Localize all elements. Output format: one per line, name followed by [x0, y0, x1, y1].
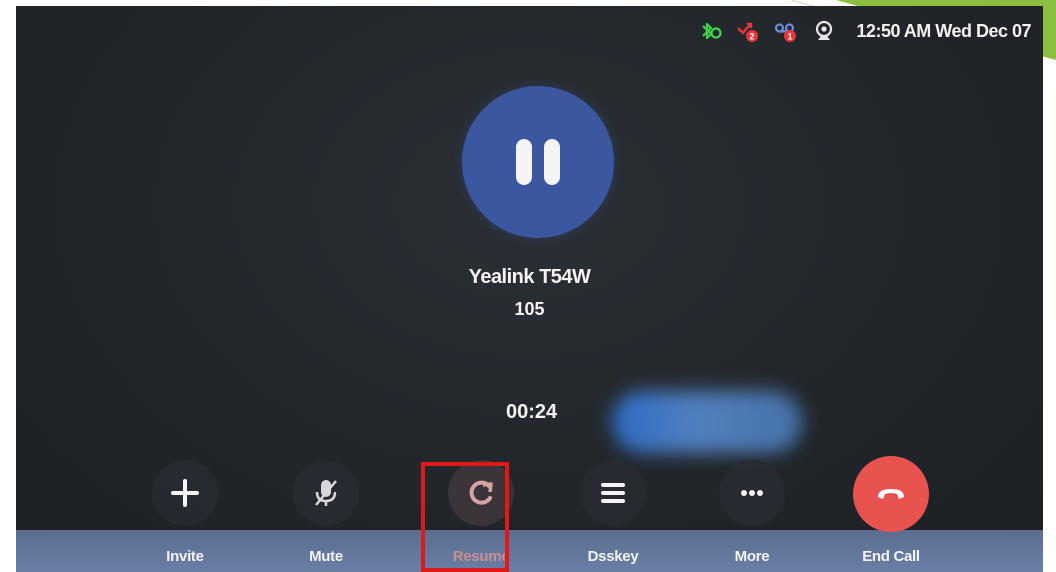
hang-up-icon — [878, 489, 904, 499]
dsskey-button-circle[interactable] — [580, 460, 646, 526]
dsskey-button[interactable]: Dsskey — [558, 456, 668, 572]
mute-button[interactable]: Mute — [271, 456, 381, 572]
more-button[interactable]: More — [697, 456, 807, 572]
call-duration: 00:24 — [506, 401, 558, 423]
missed-calls-count: 2 — [750, 32, 755, 42]
slide-page: 2 1 12:50 AM Wed Dec 07 Yealink T54W 105… — [0, 0, 1056, 572]
list-icon — [601, 483, 625, 503]
end-call-button-circle[interactable] — [853, 456, 929, 532]
end-call-label: End Call — [862, 548, 920, 565]
invite-label: Invite — [166, 548, 204, 565]
call-hold-avatar — [462, 86, 614, 238]
microphone-icon — [315, 480, 337, 506]
caller-name: Yealink T54W — [468, 266, 591, 288]
mute-label: Mute — [309, 548, 343, 565]
phone-screen: 2 1 12:50 AM Wed Dec 07 Yealink T54W 105… — [16, 6, 1043, 572]
resume-highlight-box — [421, 462, 509, 572]
voicemail-icon[interactable]: 1 — [774, 19, 798, 43]
voicemail-count: 1 — [788, 32, 793, 42]
webcam-icon[interactable] — [812, 19, 836, 43]
end-call-button[interactable]: End Call — [836, 456, 946, 572]
invite-button[interactable]: Invite — [130, 456, 240, 572]
ellipsis-icon — [741, 490, 763, 496]
invite-button-circle[interactable] — [152, 460, 218, 526]
pause-icon — [510, 139, 566, 185]
call-toolbar: Invite Mute Resume Dsskey More End Call — [16, 456, 1043, 572]
bluetooth-icon[interactable] — [698, 19, 723, 43]
mute-button-circle[interactable] — [293, 460, 359, 526]
more-button-circle[interactable] — [719, 460, 785, 526]
blurred-blue-element — [612, 391, 802, 453]
plus-icon — [171, 479, 199, 507]
status-bar: 2 1 12:50 AM Wed Dec 07 — [698, 18, 1031, 44]
caller-number: 105 — [514, 299, 545, 319]
dsskey-label: Dsskey — [587, 548, 639, 565]
status-clock: 12:50 AM Wed Dec 07 — [856, 20, 1031, 41]
more-label: More — [734, 548, 770, 565]
missed-call-icon[interactable]: 2 — [736, 19, 760, 43]
